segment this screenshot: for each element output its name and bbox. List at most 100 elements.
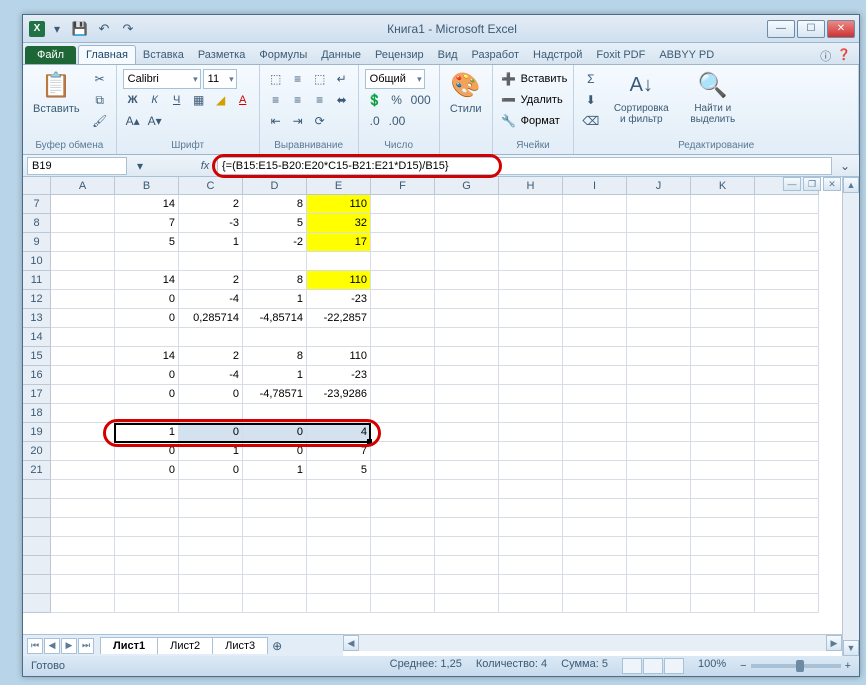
cell[interactable] (435, 195, 499, 214)
row-header[interactable] (23, 518, 51, 537)
cell[interactable] (499, 385, 563, 404)
row-header[interactable]: 18 (23, 404, 51, 423)
wrap-text-icon[interactable]: ↵ (332, 69, 352, 89)
cell[interactable] (691, 309, 755, 328)
cell[interactable] (307, 328, 371, 347)
row-header[interactable]: 21 (23, 461, 51, 480)
cell[interactable] (563, 309, 627, 328)
file-tab[interactable]: Файл (25, 46, 76, 64)
cell[interactable]: 17 (307, 233, 371, 252)
column-header[interactable]: F (371, 177, 435, 195)
help-icon[interactable]: ❓ (837, 48, 851, 64)
cell[interactable] (179, 252, 243, 271)
cell[interactable] (435, 480, 499, 499)
cell[interactable] (691, 518, 755, 537)
row-header[interactable]: 12 (23, 290, 51, 309)
cell[interactable] (51, 442, 115, 461)
shrink-font-icon[interactable]: A▾ (145, 111, 165, 131)
cell[interactable] (627, 195, 691, 214)
column-header[interactable]: I (563, 177, 627, 195)
cell[interactable] (371, 423, 435, 442)
cell[interactable] (563, 195, 627, 214)
tab-layout[interactable]: Разметка (191, 46, 253, 64)
cell[interactable]: 0 (243, 423, 307, 442)
cell[interactable] (435, 556, 499, 575)
format-cells-icon[interactable]: 🔧 (499, 111, 519, 131)
undo-icon[interactable]: ↶ (93, 18, 115, 40)
cell[interactable]: -2 (243, 233, 307, 252)
cell[interactable] (179, 499, 243, 518)
align-middle-icon[interactable]: ≡ (288, 69, 308, 89)
cell[interactable] (755, 461, 819, 480)
cell[interactable] (627, 385, 691, 404)
cell[interactable]: 8 (243, 347, 307, 366)
insert-cells-icon[interactable]: ➕ (499, 69, 519, 89)
cell[interactable] (499, 309, 563, 328)
cell[interactable] (499, 423, 563, 442)
clear-icon[interactable]: ⌫ (580, 111, 601, 131)
cell[interactable] (243, 480, 307, 499)
page-break-view-button[interactable] (664, 658, 684, 674)
minimize-button[interactable]: — (767, 20, 795, 38)
cell[interactable] (179, 480, 243, 499)
cell[interactable]: -22,2857 (307, 309, 371, 328)
cell[interactable]: 5 (243, 214, 307, 233)
cell[interactable]: 0 (179, 423, 243, 442)
cell[interactable] (307, 575, 371, 594)
cell[interactable] (691, 290, 755, 309)
row-header[interactable]: 20 (23, 442, 51, 461)
format-cells-label[interactable]: Формат (521, 115, 560, 127)
cell[interactable]: 0 (115, 309, 179, 328)
cell[interactable] (371, 233, 435, 252)
cell[interactable] (307, 480, 371, 499)
cell[interactable] (691, 195, 755, 214)
cell[interactable] (499, 556, 563, 575)
cell[interactable]: 7 (115, 214, 179, 233)
cell[interactable] (115, 252, 179, 271)
cell[interactable]: 0 (243, 442, 307, 461)
cell[interactable] (563, 461, 627, 480)
sheet-tab-3[interactable]: Лист3 (212, 637, 268, 654)
cell[interactable] (499, 271, 563, 290)
tab-home[interactable]: Главная (78, 45, 136, 64)
cell[interactable]: -4 (179, 366, 243, 385)
cell[interactable] (371, 347, 435, 366)
cell[interactable] (243, 518, 307, 537)
cell[interactable] (691, 575, 755, 594)
cell[interactable] (179, 518, 243, 537)
cell[interactable] (563, 252, 627, 271)
tab-data[interactable]: Данные (314, 46, 368, 64)
cell[interactable]: 1 (243, 461, 307, 480)
cell[interactable] (115, 328, 179, 347)
cell[interactable] (51, 518, 115, 537)
cell[interactable]: 1 (179, 442, 243, 461)
cell[interactable] (755, 575, 819, 594)
cell[interactable] (691, 252, 755, 271)
cell[interactable] (51, 556, 115, 575)
tab-insert[interactable]: Вставка (136, 46, 191, 64)
cell[interactable] (755, 499, 819, 518)
row-header[interactable]: 8 (23, 214, 51, 233)
row-header[interactable]: 19 (23, 423, 51, 442)
align-left-icon[interactable]: ≡ (266, 90, 286, 110)
cell[interactable] (435, 499, 499, 518)
cell[interactable] (371, 309, 435, 328)
cell[interactable] (499, 252, 563, 271)
cell[interactable]: 8 (243, 195, 307, 214)
cell[interactable] (307, 499, 371, 518)
cell[interactable] (691, 442, 755, 461)
cell[interactable] (371, 556, 435, 575)
cell[interactable] (499, 575, 563, 594)
cell[interactable] (435, 252, 499, 271)
align-center-icon[interactable]: ≡ (288, 90, 308, 110)
cell[interactable]: 32 (307, 214, 371, 233)
cell[interactable] (563, 537, 627, 556)
cell[interactable] (435, 518, 499, 537)
cell[interactable] (243, 499, 307, 518)
fill-color-button[interactable]: ◢ (211, 90, 231, 110)
cell[interactable] (51, 575, 115, 594)
cell[interactable] (51, 290, 115, 309)
chevron-down-icon[interactable]: ▾ (47, 19, 67, 39)
cell[interactable] (627, 423, 691, 442)
cell[interactable] (627, 461, 691, 480)
